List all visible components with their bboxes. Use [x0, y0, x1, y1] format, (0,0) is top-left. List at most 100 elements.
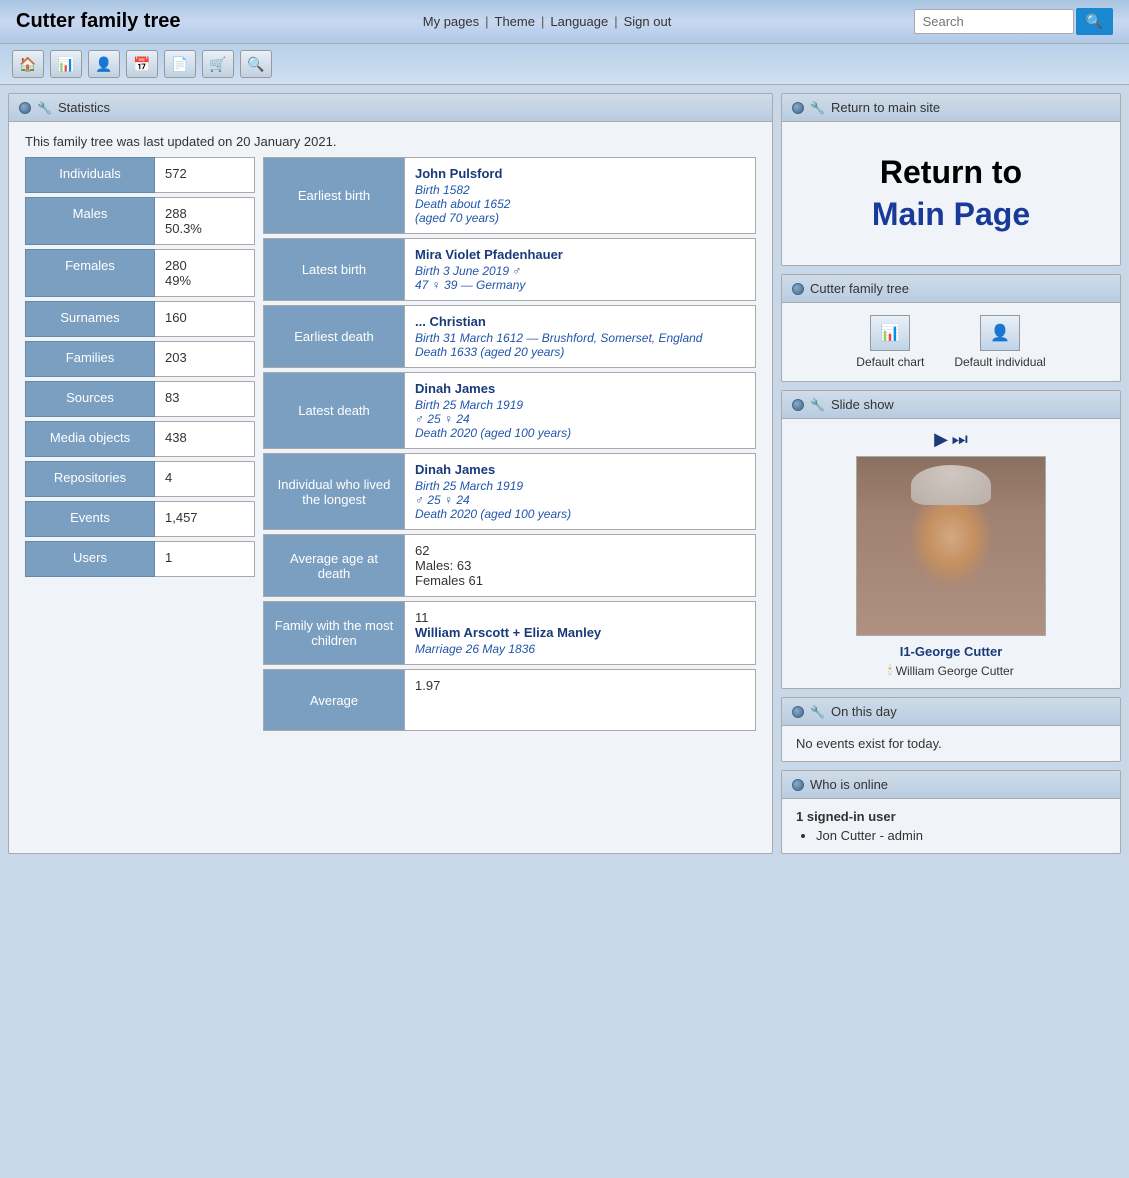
average-value: 1.97 [415, 678, 745, 693]
default-individual-item[interactable]: 👤 Default individual [954, 315, 1045, 369]
site-title: Cutter family tree [16, 10, 181, 33]
latest-death-name[interactable]: Dinah James [415, 381, 745, 396]
toolbar-individual-btn[interactable]: 👤 [88, 50, 120, 78]
wrench-icon: 🔧 [37, 101, 52, 115]
family-tree-panel: Cutter family tree 📊 Default chart 👤 Def… [781, 274, 1121, 382]
on-this-day-title: On this day [831, 704, 897, 719]
on-this-day-panel: 🔧 On this day No events exist for today. [781, 697, 1121, 762]
earliest-death-name[interactable]: ... Christian [415, 314, 745, 329]
cat-value-longest-lived: Dinah James Birth 25 March 1919♂ 25 ♀ 24… [404, 454, 755, 529]
ft-dot-icon [792, 283, 804, 295]
longest-lived-name[interactable]: Dinah James [415, 462, 745, 477]
cat-label-latest-birth: Latest birth [264, 239, 404, 300]
cat-row-avg-age: Average age at death 62Males: 63Females … [263, 534, 756, 597]
slide-link-text: William George Cutter [896, 664, 1014, 678]
search-form: 🔍 [914, 8, 1113, 35]
slide-link[interactable]: 🕯 William George Cutter [792, 663, 1110, 678]
most-children-count: 11 [415, 610, 745, 625]
stat-value-users: 1 [155, 541, 255, 577]
latest-birth-name[interactable]: Mira Violet Pfadenhauer [415, 247, 745, 262]
on-this-day-header: 🔧 On this day [782, 698, 1120, 726]
slideshow-panel: 🔧 Slide show ▶ ⏭ I1-George Cutter 🕯 Will… [781, 390, 1121, 689]
default-chart-icon: 📊 [870, 315, 910, 351]
nav-theme[interactable]: Theme [489, 14, 541, 29]
stat-value-media: 438 [155, 421, 255, 457]
slideshow-play-button[interactable]: ▶ [934, 429, 948, 450]
longest-lived-detail: Birth 25 March 1919♂ 25 ♀ 24Death 2020 (… [415, 479, 745, 521]
nav-my-pages[interactable]: My pages [417, 14, 485, 29]
earliest-birth-detail: Birth 1582Death about 1652(aged 70 years… [415, 183, 745, 225]
who-online-title: Who is online [810, 777, 888, 792]
slideshow-next-button[interactable]: ⏭ [952, 429, 968, 450]
cat-row-average: Average 1.97 [263, 669, 756, 731]
stat-value-repos: 4 [155, 461, 255, 497]
default-individual-label: Default individual [954, 355, 1045, 369]
slide-image [856, 456, 1046, 636]
toolbar-search-btn[interactable]: 🔍 [240, 50, 272, 78]
candle-icon: 🕯 [888, 663, 891, 678]
header: Cutter family tree My pages | Theme | La… [0, 0, 1129, 44]
stat-label-individuals: Individuals [25, 157, 155, 193]
slide-image-person [857, 457, 1045, 635]
otd-wrench-icon: 🔧 [810, 705, 825, 719]
stat-row-individuals: Individuals 572 [25, 157, 255, 193]
who-online-panel: Who is online 1 signed-in user Jon Cutte… [781, 770, 1121, 854]
stat-label-repos: Repositories [25, 461, 155, 497]
online-users-list: Jon Cutter - admin [796, 828, 1106, 843]
family-tree-header: Cutter family tree [782, 275, 1120, 303]
stat-label-sources: Sources [25, 381, 155, 417]
stat-row-repos: Repositories 4 [25, 461, 255, 497]
stat-row-events: Events 1,457 [25, 501, 255, 537]
cat-label-latest-death: Latest death [264, 373, 404, 448]
toolbar: 🏠 📊 👤 📅 📄 🛒 🔍 [0, 44, 1129, 85]
return-line1: Return to [802, 152, 1100, 194]
who-online-header: Who is online [782, 771, 1120, 799]
main-layout: 🔧 Statistics This family tree was last u… [0, 85, 1129, 862]
nav-sign-out[interactable]: Sign out [618, 14, 678, 29]
stat-label-families: Families [25, 341, 155, 377]
statistics-title: Statistics [58, 100, 110, 115]
earliest-birth-name[interactable]: John Pulsford [415, 166, 745, 181]
stat-label-females: Females [25, 249, 155, 297]
cat-row-earliest-birth: Earliest birth John Pulsford Birth 1582D… [263, 157, 756, 234]
search-input[interactable] [914, 9, 1074, 34]
return-dot-icon [792, 102, 804, 114]
search-button[interactable]: 🔍 [1076, 8, 1113, 35]
default-individual-icon: 👤 [980, 315, 1020, 351]
toolbar-chart-btn[interactable]: 📊 [50, 50, 82, 78]
stat-value-sources: 83 [155, 381, 255, 417]
slideshow-header: 🔧 Slide show [782, 391, 1120, 419]
cat-row-earliest-death: Earliest death ... Christian Birth 31 Ma… [263, 305, 756, 368]
slideshow-wrench-icon: 🔧 [810, 398, 825, 412]
left-stats-table: Individuals 572 Males 28850.3% Females 2… [25, 157, 255, 735]
default-chart-label: Default chart [856, 355, 924, 369]
cat-label-avg-age: Average age at death [264, 535, 404, 596]
category-stats-table: Earliest birth John Pulsford Birth 1582D… [263, 157, 756, 735]
cat-label-earliest-death: Earliest death [264, 306, 404, 367]
stat-row-surnames: Surnames 160 [25, 301, 255, 337]
stat-label-users: Users [25, 541, 155, 577]
stat-row-media: Media objects 438 [25, 421, 255, 457]
nav-language[interactable]: Language [544, 14, 614, 29]
toolbar-reports-btn[interactable]: 📄 [164, 50, 196, 78]
online-user-item: Jon Cutter - admin [816, 828, 1106, 843]
toolbar-calendar-btn[interactable]: 📅 [126, 50, 158, 78]
stat-row-users: Users 1 [25, 541, 255, 577]
stat-value-surnames: 160 [155, 301, 255, 337]
cat-row-longest-lived: Individual who lived the longest Dinah J… [263, 453, 756, 530]
stat-row-sources: Sources 83 [25, 381, 255, 417]
stat-value-individuals: 572 [155, 157, 255, 193]
who-online-content: 1 signed-in user Jon Cutter - admin [782, 799, 1120, 853]
most-children-family[interactable]: William Arscott + Eliza Manley [415, 625, 745, 640]
return-main-content[interactable]: Return to Main Page [782, 122, 1120, 265]
cat-row-most-children: Family with the most children 11 William… [263, 601, 756, 665]
default-chart-item[interactable]: 📊 Default chart [856, 315, 924, 369]
stat-row-females: Females 28049% [25, 249, 255, 297]
slideshow-controls: ▶ ⏭ [792, 429, 1110, 450]
on-this-day-message: No events exist for today. [796, 736, 1106, 751]
stat-value-females: 28049% [155, 249, 255, 297]
toolbar-cart-btn[interactable]: 🛒 [202, 50, 234, 78]
cat-value-most-children: 11 William Arscott + Eliza Manley Marria… [404, 602, 755, 664]
stat-label-media: Media objects [25, 421, 155, 457]
toolbar-home-btn[interactable]: 🏠 [12, 50, 44, 78]
